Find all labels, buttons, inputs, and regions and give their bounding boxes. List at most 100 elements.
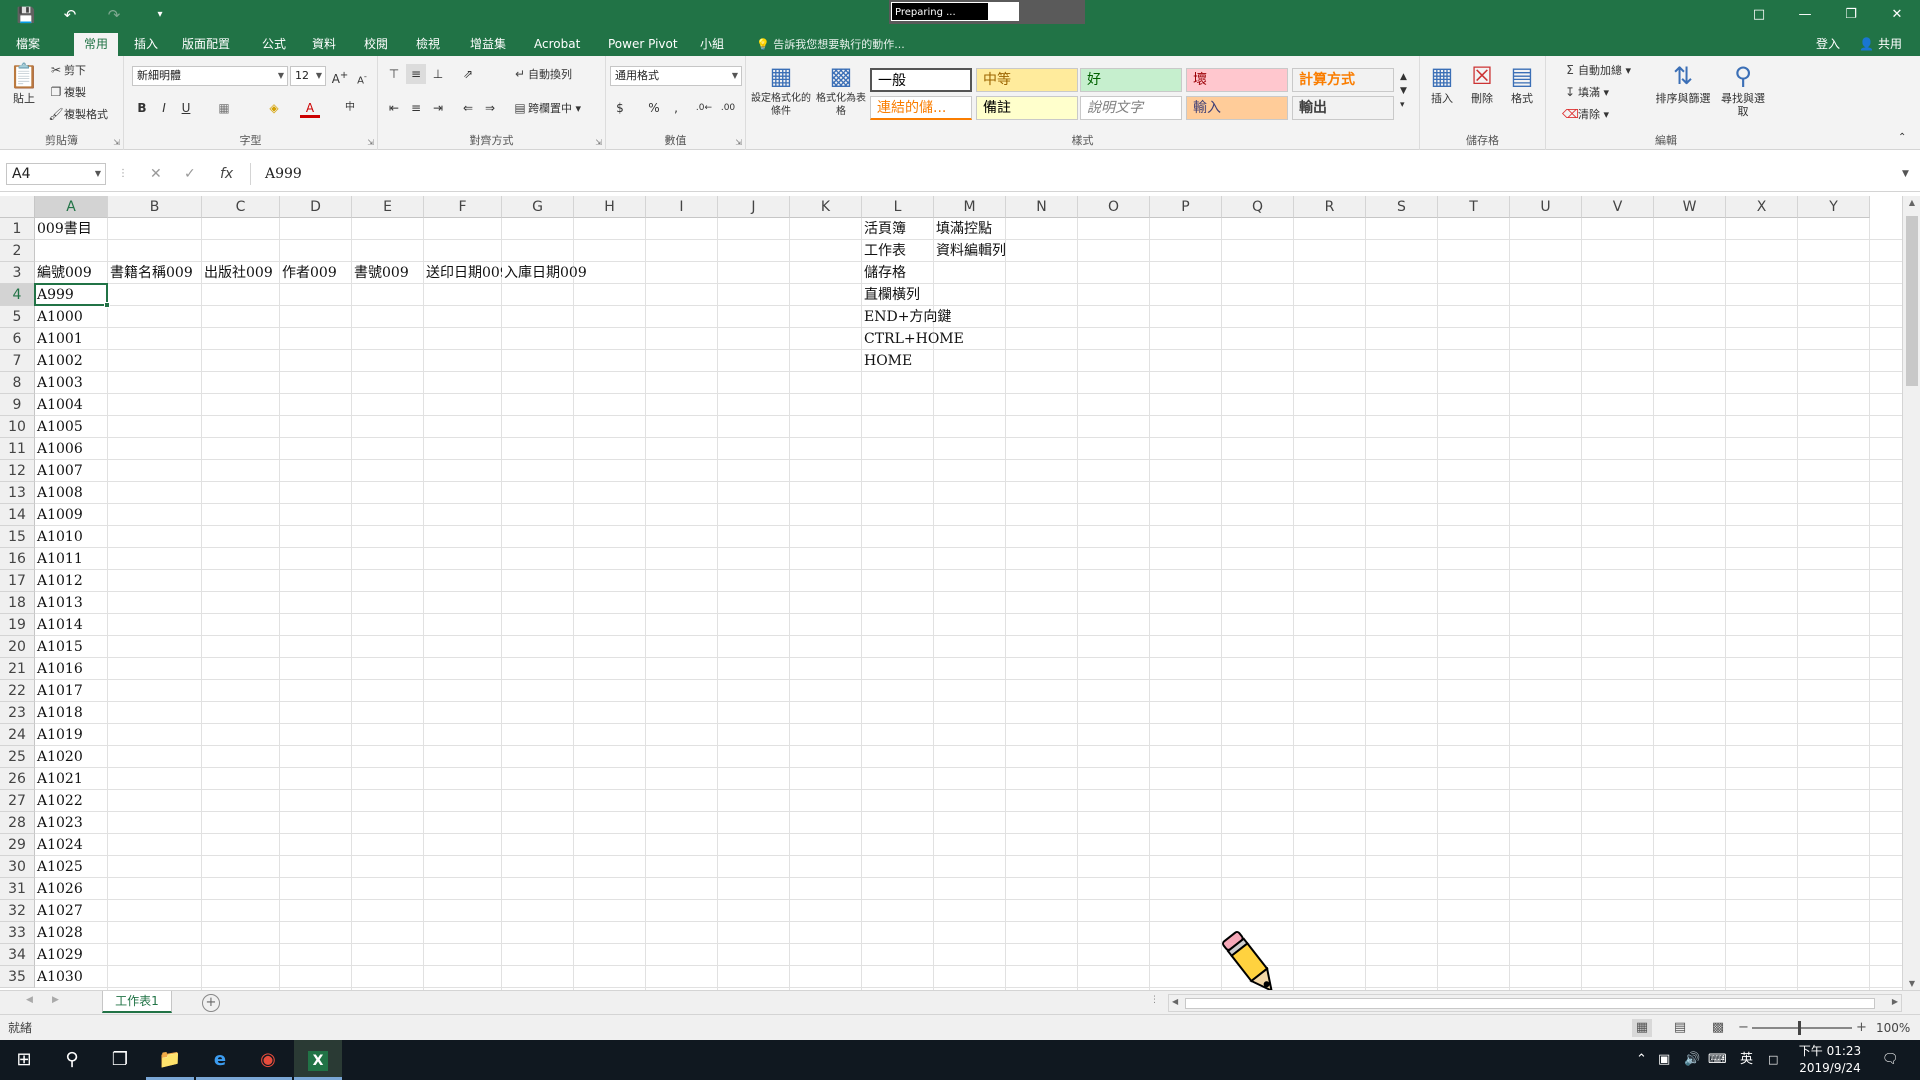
column-header-O[interactable]: O — [1078, 196, 1150, 218]
prev-sheet-icon[interactable]: ◀ — [26, 995, 33, 1005]
insert-function-icon[interactable]: fx — [220, 163, 233, 185]
column-header-E[interactable]: E — [352, 196, 424, 218]
cell-L5[interactable]: END+方向鍵 — [862, 306, 951, 328]
tab-5[interactable]: 資料 — [302, 33, 346, 56]
cell-L3[interactable]: 儲存格 — [862, 262, 906, 284]
cell-A7[interactable]: A1002 — [35, 350, 83, 372]
row-header-8[interactable]: 8 — [0, 372, 35, 394]
expand-formula-icon[interactable]: ▼ — [1902, 163, 1909, 185]
search-icon[interactable]: ⚲ — [48, 1040, 96, 1080]
cell-style-7[interactable]: 說明文字 — [1080, 96, 1182, 120]
cell-A13[interactable]: A1008 — [35, 482, 83, 504]
row-header-23[interactable]: 23 — [0, 702, 35, 724]
undo-icon[interactable]: ↶ — [58, 3, 82, 27]
column-header-D[interactable]: D — [280, 196, 352, 218]
tray-chevron-icon[interactable]: ⌃ — [1636, 1040, 1647, 1080]
cell-A8[interactable]: A1003 — [35, 372, 83, 394]
column-header-P[interactable]: P — [1150, 196, 1222, 218]
cell-M1[interactable]: 填滿控點 — [934, 218, 992, 240]
redo-icon[interactable]: ↷ — [102, 3, 126, 27]
cell-G3[interactable]: 入庫日期009 — [502, 262, 587, 284]
column-header-T[interactable]: T — [1438, 196, 1510, 218]
add-sheet-icon[interactable]: + — [202, 994, 220, 1012]
cell-A5[interactable]: A1000 — [35, 306, 83, 328]
vertical-scrollbar[interactable]: ▲ ▼ — [1902, 196, 1920, 990]
row-header-34[interactable]: 34 — [0, 944, 35, 966]
cell-A15[interactable]: A1010 — [35, 526, 83, 548]
cell-A16[interactable]: A1011 — [35, 548, 83, 570]
zoom-out-icon[interactable]: − — [1738, 1015, 1749, 1041]
bold-icon[interactable]: B — [132, 98, 152, 118]
cell-A12[interactable]: A1007 — [35, 460, 83, 482]
cell-A24[interactable]: A1019 — [35, 724, 83, 746]
style-gallery-more-icon[interactable]: ▲ ▼ ▾ — [1400, 70, 1407, 112]
column-header-U[interactable]: U — [1510, 196, 1582, 218]
zoom-in-icon[interactable]: + — [1856, 1015, 1867, 1041]
cell-style-1[interactable]: 中等 — [976, 68, 1078, 92]
column-header-S[interactable]: S — [1366, 196, 1438, 218]
increase-font-icon[interactable]: A+ — [330, 66, 350, 86]
cell-C3[interactable]: 出版社009 — [202, 262, 273, 284]
row-header-5[interactable]: 5 — [0, 306, 35, 328]
fill-color-icon[interactable]: ◈ — [264, 98, 284, 118]
windows-start-icon[interactable]: ⊞ — [0, 1040, 48, 1080]
cell-A29[interactable]: A1024 — [35, 834, 83, 856]
cell-A21[interactable]: A1016 — [35, 658, 83, 680]
cell-A28[interactable]: A1023 — [35, 812, 83, 834]
cell-A17[interactable]: A1012 — [35, 570, 83, 592]
align-left-icon[interactable]: ⇤ — [384, 98, 404, 118]
cell-A26[interactable]: A1021 — [35, 768, 83, 790]
cell-E3[interactable]: 書號009 — [352, 262, 409, 284]
row-header-22[interactable]: 22 — [0, 680, 35, 702]
increase-decimal-icon[interactable]: .0← — [694, 98, 714, 118]
cell-L1[interactable]: 活頁簿 — [862, 218, 906, 240]
cell-A20[interactable]: A1015 — [35, 636, 83, 658]
excel-icon[interactable]: X — [294, 1040, 342, 1080]
cell-A3[interactable]: 編號009 — [35, 262, 92, 284]
cell-A1[interactable]: 009書目 — [35, 218, 92, 240]
row-header-27[interactable]: 27 — [0, 790, 35, 812]
ribbon-display-icon[interactable]: □ — [1736, 0, 1782, 30]
percent-icon[interactable]: % — [644, 98, 664, 118]
tab-0[interactable]: 檔案 — [6, 33, 50, 56]
cell-A34[interactable]: A1029 — [35, 944, 83, 966]
dialog-launcher-icon[interactable]: ⇲ — [113, 138, 120, 147]
cell-style-4[interactable]: 計算方式 — [1292, 68, 1394, 92]
worksheet-grid[interactable]: ABCDEFGHIJKLMNOPQRSTUVWXY 1 2 3 4 5 6 7 8 9 10 11 1… — [0, 196, 1902, 990]
row-header-31[interactable]: 31 — [0, 878, 35, 900]
row-header-14[interactable]: 14 — [0, 504, 35, 526]
column-header-K[interactable]: K — [790, 196, 862, 218]
save-icon[interactable]: 💾 — [14, 3, 38, 27]
decrease-indent-icon[interactable]: ⇐ — [458, 98, 478, 118]
cell-D3[interactable]: 作者009 — [280, 262, 337, 284]
cells-area[interactable]: 009書目 編號009 書籍名稱009 出版社009 作者009 書號009 送印日期009… — [34, 218, 1902, 990]
clock[interactable]: 下午 01:23 2019/9/24 — [1790, 1043, 1870, 1077]
dialog-launcher-icon[interactable]: ⇲ — [367, 138, 374, 147]
align-right-icon[interactable]: ⇥ — [428, 98, 448, 118]
splitter-icon[interactable]: ⋮ — [1150, 995, 1159, 1005]
cell-style-8[interactable]: 輸入 — [1186, 96, 1288, 120]
row-header-25[interactable]: 25 — [0, 746, 35, 768]
cell-L2[interactable]: 工作表 — [862, 240, 906, 262]
column-header-H[interactable]: H — [574, 196, 646, 218]
row-header-29[interactable]: 29 — [0, 834, 35, 856]
zoom-level[interactable]: 100% — [1876, 1015, 1910, 1041]
format-painter-button[interactable]: 🖌複製格式 — [48, 106, 108, 122]
decrease-decimal-icon[interactable]: .00 — [718, 98, 738, 118]
column-header-R[interactable]: R — [1294, 196, 1366, 218]
cell-B3[interactable]: 書籍名稱009 — [108, 262, 193, 284]
format-as-table-button[interactable]: ▩ 格式化為表格 — [814, 60, 868, 118]
ime-indicator[interactable]: 英 — [1740, 1040, 1753, 1080]
page-layout-icon[interactable]: ▤ — [1670, 1019, 1690, 1037]
column-header-Q[interactable]: Q — [1222, 196, 1294, 218]
cell-A10[interactable]: A1005 — [35, 416, 83, 438]
row-header-3[interactable]: 3 — [0, 262, 35, 284]
scroll-right-icon[interactable]: ▶ — [1892, 997, 1898, 1006]
column-header-A[interactable]: A — [35, 196, 108, 218]
ime-mode-icon[interactable]: □ — [1768, 1040, 1778, 1080]
cell-A18[interactable]: A1013 — [35, 592, 83, 614]
cell-style-3[interactable]: 壞 — [1186, 68, 1288, 92]
clear-button[interactable]: ⌫清除 ▾ — [1562, 106, 1609, 122]
phonetic-icon[interactable]: 中 — [340, 98, 360, 118]
align-middle-icon[interactable]: ≡ — [406, 64, 426, 84]
